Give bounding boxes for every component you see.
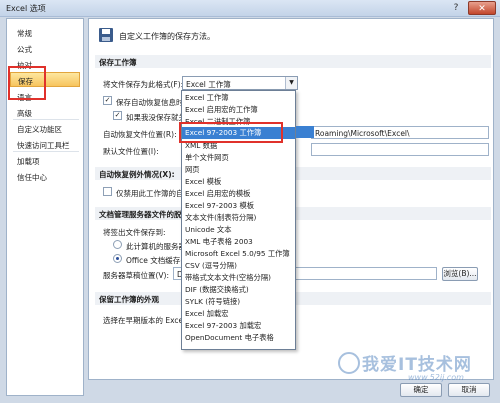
- format-option[interactable]: Excel 启用宏的工作簿: [185, 105, 258, 115]
- save-format-value: Excel 工作簿: [186, 80, 231, 89]
- autorecover-path-value: Roaming\Microsoft\Excel\: [315, 129, 410, 138]
- format-option[interactable]: Excel 启用宏的模板: [185, 189, 250, 199]
- disable-autorecover-checkbox[interactable]: [103, 187, 112, 196]
- sidebar-item-advanced[interactable]: 高级: [17, 108, 32, 119]
- colors-label: 选择在早期版本的 Excel: [103, 316, 186, 325]
- autorecover-location-label: 自动恢复文件位置(R):: [103, 130, 177, 139]
- autorecover-checkbox[interactable]: ✓: [103, 96, 112, 105]
- format-option[interactable]: 网页: [185, 165, 200, 175]
- watermark-text: 我爱IT技术网: [362, 355, 472, 375]
- checkout-label: 将签出文件保存到:: [103, 228, 166, 237]
- format-option[interactable]: Unicode 文本: [185, 225, 232, 235]
- keep-last-version-checkbox[interactable]: ✓: [113, 111, 122, 120]
- browse-button[interactable]: 浏览(B)...: [442, 267, 478, 281]
- sidebar-item-quick-access-toolbar[interactable]: 快速访问工具栏: [17, 140, 70, 151]
- chevron-down-icon[interactable]: ▼: [285, 77, 297, 89]
- format-option[interactable]: Excel 97-2003 模板: [185, 201, 254, 211]
- server-drafts-location-label: 服务器草稿位置(V):: [103, 271, 170, 280]
- format-option[interactable]: 文本文件(制表符分隔): [185, 213, 256, 223]
- watermark-site: www.52ij.com: [408, 373, 464, 382]
- autorecover-location-input[interactable]: Roaming\Microsoft\Excel\: [311, 126, 489, 139]
- format-option[interactable]: Microsoft Excel 5.0/95 工作簿: [185, 249, 290, 259]
- sidebar-item-customize-ribbon[interactable]: 自定义功能区: [17, 124, 62, 135]
- office-cache-radio[interactable]: [113, 254, 122, 263]
- format-option[interactable]: Excel 加载宏: [185, 309, 229, 319]
- format-option[interactable]: Excel 模板: [185, 177, 221, 187]
- watermark-logo-icon: [338, 352, 360, 374]
- save-format-select[interactable]: Excel 工作簿 ▼: [182, 76, 298, 90]
- sidebar-item-formulas[interactable]: 公式: [17, 44, 32, 55]
- format-option[interactable]: SYLK (符号链接): [185, 297, 240, 307]
- format-option[interactable]: OpenDocument 电子表格: [185, 333, 274, 343]
- keep-last-version-label: 如果我没保存就关: [126, 113, 186, 122]
- autorecover-label: 保存自动恢复信息时间: [116, 98, 191, 107]
- disable-autorecover-label: 仅禁用此工作簿的自动: [116, 189, 191, 198]
- sidebar-divider: [13, 119, 79, 120]
- format-option[interactable]: XML 电子表格 2003: [185, 237, 253, 247]
- server-drafts-radio[interactable]: [113, 240, 122, 249]
- sidebar-divider: [13, 151, 79, 152]
- site-watermark: 我爱IT技术网 www.52ij.com: [338, 350, 500, 390]
- exceptions-label: 自动恢复例外情况(X):: [99, 170, 175, 179]
- format-option[interactable]: Excel 97-2003 加载宏: [185, 321, 261, 331]
- format-option[interactable]: 带格式文本文件(空格分隔): [185, 273, 271, 283]
- window-title-bar: Excel 选项 ? ✕: [0, 0, 500, 17]
- format-option[interactable]: 单个文件网页: [185, 153, 229, 163]
- save-format-label: 将文件保存为此格式(F):: [103, 80, 184, 89]
- format-option[interactable]: CSV (逗号分隔): [185, 261, 237, 271]
- help-button[interactable]: ?: [445, 1, 467, 15]
- sidebar-item-general[interactable]: 常规: [17, 28, 32, 39]
- annotation-box-selected-format: [179, 122, 283, 143]
- format-option[interactable]: Excel 工作簿: [185, 93, 229, 103]
- sidebar-item-trust-center[interactable]: 信任中心: [17, 172, 47, 183]
- format-option[interactable]: DIF (数据交换格式): [185, 285, 249, 295]
- sidebar-item-add-ins[interactable]: 加载项: [17, 156, 40, 167]
- server-drafts-label: 此计算机的服务器: [126, 242, 186, 251]
- section-header-save: 保存工作簿: [95, 55, 491, 68]
- default-location-input[interactable]: [311, 143, 489, 156]
- close-button[interactable]: ✕: [468, 1, 496, 15]
- window-title: Excel 选项: [6, 4, 46, 13]
- annotation-box-save-nav: [8, 66, 46, 100]
- default-location-label: 默认文件位置(I):: [103, 147, 159, 156]
- panel-intro: 自定义工作簿的保存方法。: [119, 32, 215, 41]
- save-disk-icon: [99, 28, 113, 42]
- selection-highlight-extension: [296, 126, 314, 138]
- office-cache-label: Office 文档缓存(O: [126, 256, 190, 265]
